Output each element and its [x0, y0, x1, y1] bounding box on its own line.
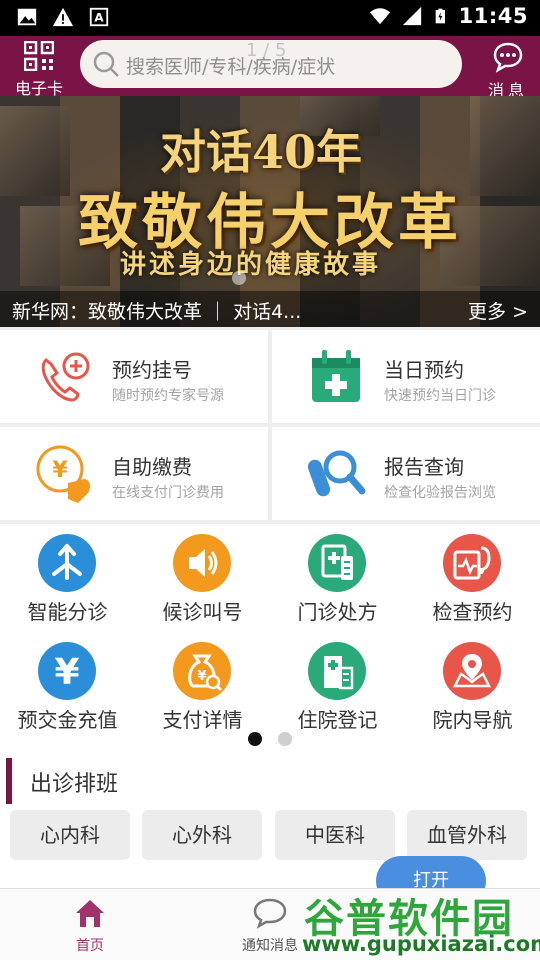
card-title: 当日预约 — [384, 358, 464, 382]
service-label: 门诊处方 — [297, 600, 378, 624]
service-label: 智能分诊 — [27, 600, 108, 624]
svg-text:¥: ¥ — [197, 669, 206, 684]
card-title: 报告查询 — [384, 455, 464, 479]
service-admission[interactable]: 住院登记 — [270, 632, 405, 740]
ecard-button[interactable]: 电子卡 — [8, 39, 70, 98]
clock: 11:45 — [458, 4, 528, 28]
card-same-day[interactable]: 当日预约 快速预约当日门诊 — [272, 330, 540, 423]
map-pin-icon — [452, 654, 492, 688]
speaker-icon — [189, 549, 218, 577]
card-subtitle: 快速预约当日门诊 — [384, 388, 496, 404]
dept-button[interactable]: 心内科 — [10, 810, 130, 860]
status-bar: A 11:45 — [0, 0, 540, 36]
service-queue-call[interactable]: 候诊叫号 — [135, 524, 270, 632]
triage-arrows-icon — [52, 544, 82, 580]
service-pager[interactable] — [248, 732, 292, 746]
test-tube-search-icon — [307, 450, 366, 497]
tab-home[interactable]: 首页 — [30, 895, 150, 955]
message-button[interactable]: 消息 — [484, 39, 532, 100]
search-placeholder: 搜索医师/专科/疾病/症状 — [126, 56, 336, 78]
service-label: 预交金充值 — [17, 708, 118, 732]
qr-code-icon — [23, 40, 55, 72]
yen-icon: ¥ — [54, 652, 79, 693]
news-banner[interactable]: 对话40年 致敬伟大改革 讲述身边的健康故事 新华网：致敬伟大改革 ｜ 对话4.… — [0, 96, 540, 327]
calendar-cross-icon — [312, 350, 360, 402]
section-accent-bar — [6, 758, 12, 804]
stethoscope-icon — [453, 546, 491, 580]
schedule-header: 出诊排班 — [30, 772, 119, 797]
service-label: 候诊叫号 — [162, 600, 243, 624]
card-subtitle: 检查化验报告浏览 — [384, 485, 496, 501]
warning-icon — [52, 7, 74, 27]
battery-charging-icon — [435, 8, 445, 24]
phone-plus-icon — [41, 352, 90, 402]
home-icon — [76, 900, 104, 927]
tab-home-label: 首页 — [76, 938, 104, 954]
svg-text:¥: ¥ — [52, 458, 68, 483]
card-title: 自助缴费 — [112, 455, 192, 479]
service-grid: 智能分诊 候诊叫号 门诊处方 检查预约 ¥ 预交金充值 ¥ 支付详情 住院登记 — [0, 524, 540, 754]
service-label: 支付详情 — [162, 708, 243, 732]
site-watermark: 谷普软件园 www.gupuxiazai.com — [296, 886, 540, 960]
service-label: 住院登记 — [297, 708, 378, 732]
chat-bubble-icon — [253, 898, 287, 929]
service-navigation[interactable]: 院内导航 — [405, 632, 540, 740]
service-payment-details[interactable]: ¥ 支付详情 — [135, 632, 270, 740]
search-icon — [93, 51, 119, 77]
service-prescription[interactable]: 门诊处方 — [270, 524, 405, 632]
service-deposit[interactable]: ¥ 预交金充值 — [0, 632, 135, 740]
svg-text:A: A — [94, 11, 104, 25]
card-subtitle: 在线支付门诊费用 — [112, 485, 224, 501]
dept-button[interactable]: 中医科 — [275, 810, 395, 860]
wifi-icon — [369, 8, 390, 25]
pager-dot-active[interactable] — [248, 732, 262, 746]
card-title: 预约挂号 — [112, 358, 192, 382]
hospital-icon — [324, 656, 354, 690]
card-subtitle: 随时预约专家号源 — [112, 388, 224, 404]
image-icon — [17, 8, 37, 26]
pager-dot[interactable] — [278, 732, 292, 746]
service-label: 院内导航 — [432, 708, 513, 732]
banner-caption-bar: 新华网：致敬伟大改革 ｜ 对话4... 更多 > — [0, 291, 540, 327]
watermark-url: www.gupuxiazai.com — [302, 932, 540, 956]
service-label: 检查预约 — [432, 600, 513, 624]
banner-page-indicator: 1 / 5 — [246, 40, 287, 61]
a-box-icon: A — [89, 7, 109, 27]
dept-button[interactable]: 血管外科 — [407, 810, 527, 860]
card-appointment[interactable]: 预约挂号 随时预约专家号源 — [0, 330, 268, 423]
service-exam-booking[interactable]: 检查预约 — [405, 524, 540, 632]
quick-actions: 预约挂号 随时预约专家号源 当日预约 快速预约当日门诊 ¥ 自助缴费 在线支付门… — [0, 330, 540, 520]
prescription-icon — [321, 544, 353, 580]
more-link[interactable]: 更多 > — [468, 297, 528, 324]
card-report[interactable]: 报告查询 检查化验报告浏览 — [272, 427, 540, 520]
card-self-pay[interactable]: ¥ 自助缴费 在线支付门诊费用 — [0, 427, 268, 520]
banner-title-line1: 对话40年 — [160, 125, 363, 179]
banner-caption[interactable]: 新华网：致敬伟大改革 ｜ 对话4... — [12, 297, 301, 324]
signal-icon — [402, 6, 421, 26]
banner-dot — [232, 271, 246, 285]
yen-hand-icon: ¥ — [36, 445, 91, 503]
money-bag-icon: ¥ — [188, 654, 223, 692]
dept-button[interactable]: 心外科 — [142, 810, 262, 860]
banner-title-line3: 讲述身边的健康故事 — [120, 250, 382, 280]
top-bar: 电子卡 搜索医师/专科/疾病/症状 1 / 5 消息 — [0, 36, 540, 100]
chat-bubble-icon — [493, 42, 523, 73]
svg-text:¥: ¥ — [54, 652, 79, 693]
service-triage[interactable]: 智能分诊 — [0, 524, 135, 632]
